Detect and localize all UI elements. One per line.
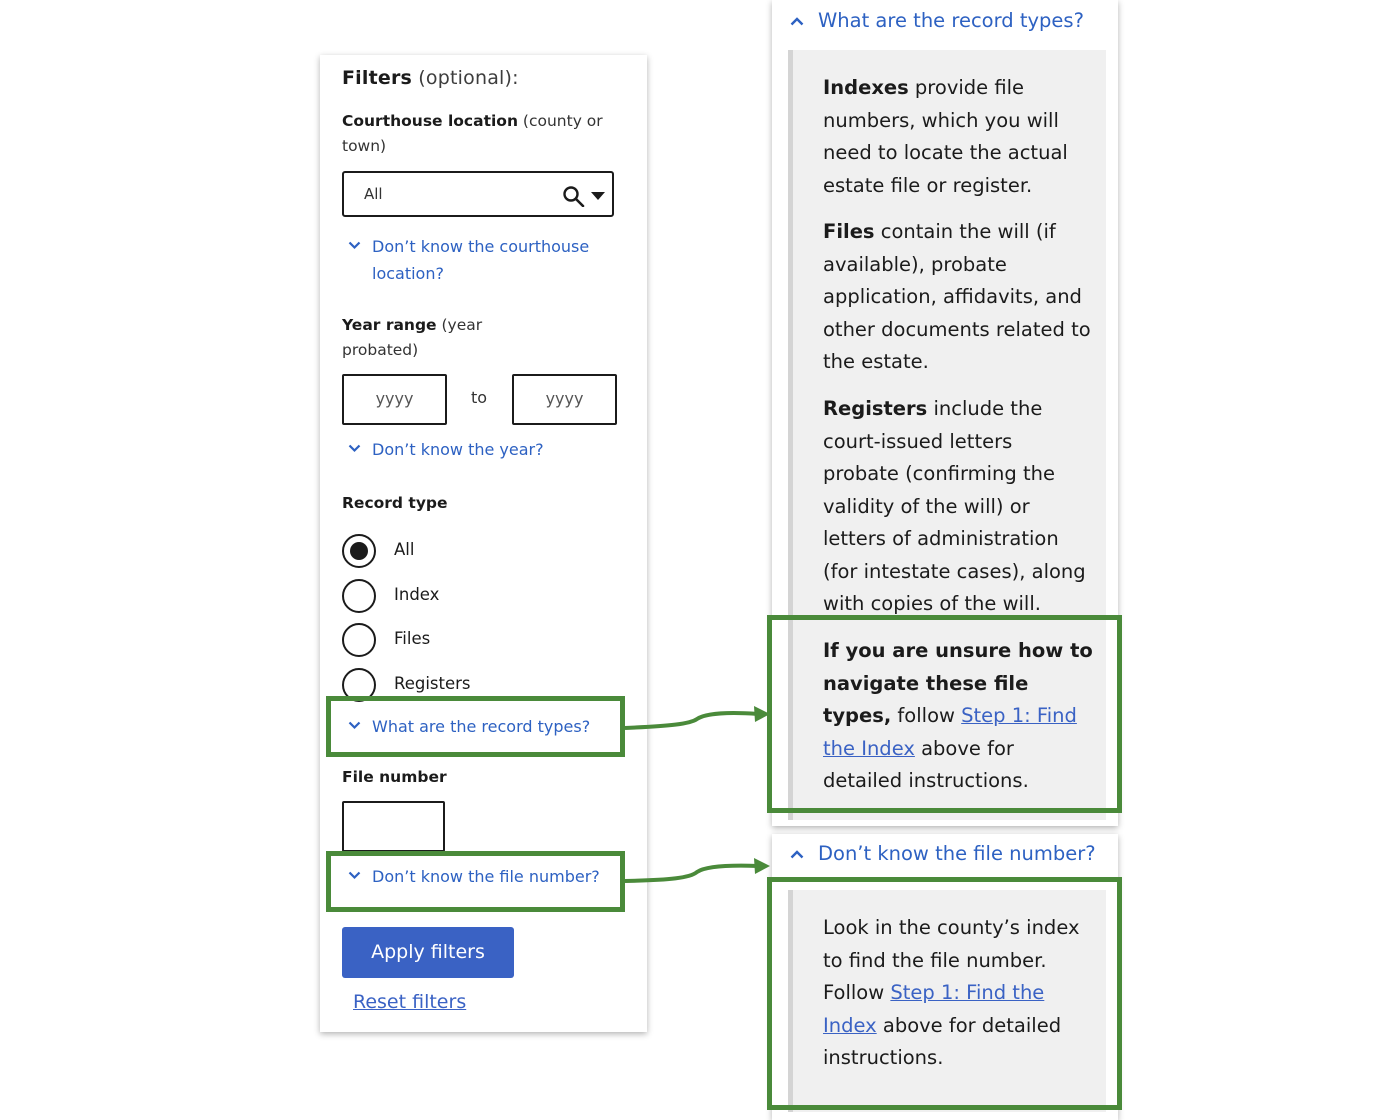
arrow-record-types	[624, 706, 770, 730]
arrow-file-number	[624, 858, 770, 883]
callout-arrows	[624, 706, 770, 883]
